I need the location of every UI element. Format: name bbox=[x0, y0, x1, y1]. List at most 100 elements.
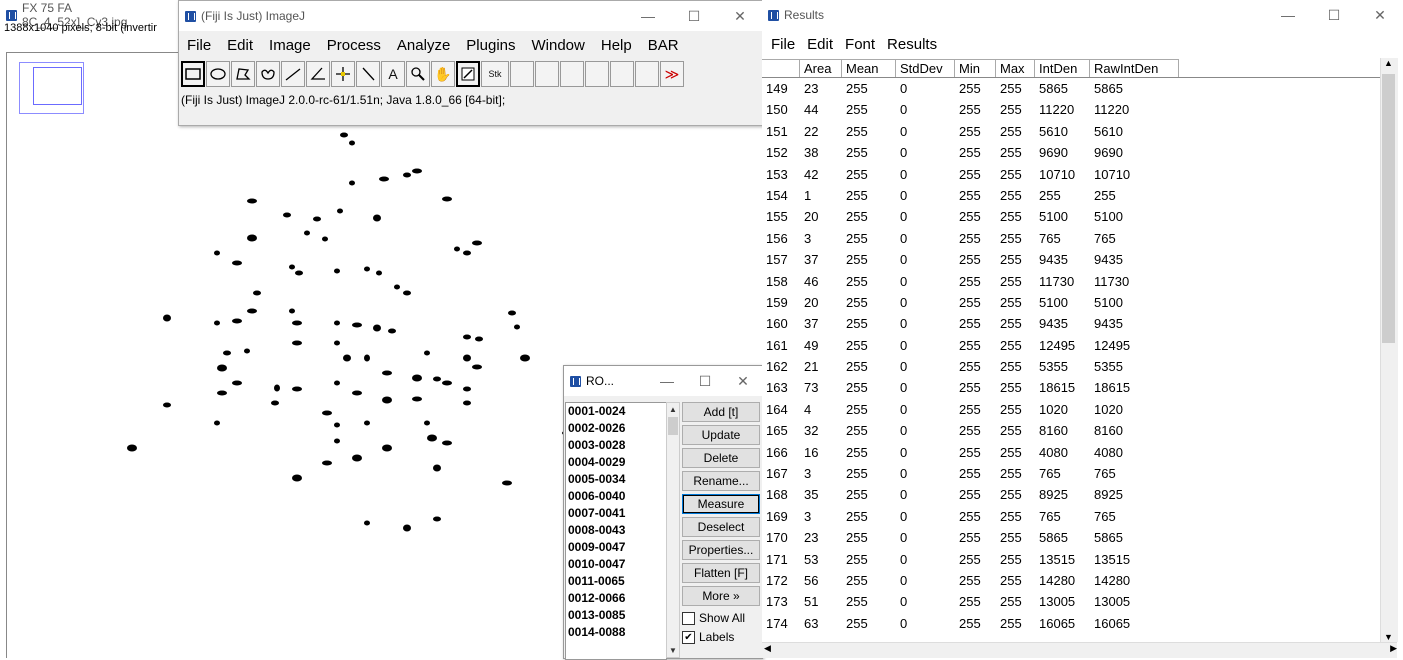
checkbox-empty-icon[interactable] bbox=[682, 612, 695, 625]
scroll-down-icon[interactable]: ▼ bbox=[667, 644, 679, 657]
table-row[interactable]: 173 51 255 0 255 255 13005 13005 bbox=[762, 591, 1380, 612]
line-tool-icon[interactable] bbox=[281, 61, 305, 87]
table-row[interactable]: 158 46 255 0 255 255 11730 11730 bbox=[762, 271, 1380, 292]
properties-button[interactable]: Properties... bbox=[682, 540, 760, 560]
scroll-right-icon[interactable]: ▶ bbox=[1390, 643, 1397, 654]
roi-list[interactable]: 0001-0024 0002-0026 0003-0028 0004-0029 … bbox=[565, 402, 667, 660]
roi-list-item[interactable]: 0001-0024 bbox=[566, 403, 666, 420]
table-row[interactable]: 174 63 255 0 255 255 16065 16065 bbox=[762, 613, 1380, 634]
roi-list-item[interactable]: 0012-0066 bbox=[566, 590, 666, 607]
table-row[interactable]: 161 49 255 0 255 255 12495 12495 bbox=[762, 335, 1380, 356]
table-row[interactable]: 168 35 255 0 255 255 8925 8925 bbox=[762, 484, 1380, 505]
empty-tool-slot[interactable] bbox=[535, 61, 559, 87]
close-button[interactable]: ✕ bbox=[724, 373, 762, 390]
menu-process[interactable]: Process bbox=[319, 35, 389, 59]
maximize-button[interactable]: ☐ bbox=[1311, 7, 1357, 24]
column-header-stddev[interactable]: StdDev bbox=[896, 59, 955, 77]
measure-button[interactable]: Measure bbox=[682, 494, 760, 514]
scroll-up-icon[interactable]: ▲ bbox=[1384, 58, 1393, 68]
table-row[interactable]: 155 20 255 0 255 255 5100 5100 bbox=[762, 206, 1380, 227]
more-button[interactable]: More » bbox=[682, 586, 760, 606]
table-row[interactable]: 150 44 255 0 255 255 11220 11220 bbox=[762, 99, 1380, 120]
table-row[interactable]: 164 4 255 0 255 255 1020 1020 bbox=[762, 399, 1380, 420]
table-row[interactable]: 170 23 255 0 255 255 5865 5865 bbox=[762, 527, 1380, 548]
menu-edit[interactable]: Edit bbox=[801, 36, 839, 56]
close-button[interactable]: ✕ bbox=[717, 8, 763, 25]
table-row[interactable]: 149 23 255 0 255 255 5865 5865 bbox=[762, 78, 1380, 99]
checkmark-icon[interactable]: ✔ bbox=[682, 631, 695, 644]
column-header-index[interactable] bbox=[762, 59, 800, 77]
table-row[interactable]: 162 21 255 0 255 255 5355 5355 bbox=[762, 356, 1380, 377]
menu-font[interactable]: Font bbox=[839, 36, 881, 56]
column-header-intden[interactable]: IntDen bbox=[1035, 59, 1090, 77]
color-picker-tool-icon[interactable] bbox=[456, 61, 480, 87]
table-row[interactable]: 157 37 255 0 255 255 9435 9435 bbox=[762, 249, 1380, 270]
deselect-button[interactable]: Deselect bbox=[682, 517, 760, 537]
point-tool-icon[interactable] bbox=[331, 61, 355, 87]
menu-help[interactable]: Help bbox=[593, 35, 640, 59]
flatten-button[interactable]: Flatten [F] bbox=[682, 563, 760, 583]
results-titlebar[interactable]: Results — ☐ ✕ bbox=[762, 0, 1403, 30]
angle-tool-icon[interactable] bbox=[306, 61, 330, 87]
hand-tool-icon[interactable]: ✋ bbox=[431, 61, 455, 87]
menu-file[interactable]: File bbox=[179, 35, 219, 59]
roi-list-item[interactable]: 0011-0065 bbox=[566, 573, 666, 590]
column-header-area[interactable]: Area bbox=[800, 59, 842, 77]
navigator-viewport[interactable] bbox=[33, 67, 82, 105]
minimize-button[interactable]: — bbox=[625, 8, 671, 24]
oval-tool-icon[interactable] bbox=[206, 61, 230, 87]
maximize-button[interactable]: ☐ bbox=[686, 373, 724, 390]
menu-edit[interactable]: Edit bbox=[219, 35, 261, 59]
menu-image[interactable]: Image bbox=[261, 35, 319, 59]
empty-tool-slot[interactable] bbox=[635, 61, 659, 87]
add-button[interactable]: Add [t] bbox=[682, 402, 760, 422]
table-row[interactable]: 166 16 255 0 255 255 4080 4080 bbox=[762, 442, 1380, 463]
roi-list-item[interactable]: 0006-0040 bbox=[566, 488, 666, 505]
menu-file[interactable]: File bbox=[762, 36, 801, 56]
menu-analyze[interactable]: Analyze bbox=[389, 35, 458, 59]
wand-tool-icon[interactable] bbox=[356, 61, 380, 87]
scroll-up-icon[interactable]: ▲ bbox=[667, 403, 679, 416]
rectangle-tool-icon[interactable] bbox=[181, 61, 205, 87]
results-table[interactable]: Area Mean StdDev Min Max IntDen RawIntDe… bbox=[762, 59, 1380, 649]
scroll-left-icon[interactable]: ◀ bbox=[764, 643, 771, 654]
menu-results[interactable]: Results bbox=[881, 36, 943, 56]
freehand-tool-icon[interactable] bbox=[256, 61, 280, 87]
more-tools-button[interactable]: ≫ bbox=[660, 61, 684, 87]
results-horizontal-scrollbar[interactable]: ◀ ▶ bbox=[762, 642, 1397, 658]
table-row[interactable]: 169 3 255 0 255 255 765 765 bbox=[762, 506, 1380, 527]
update-button[interactable]: Update bbox=[682, 425, 760, 445]
scrollbar-thumb[interactable] bbox=[668, 417, 678, 435]
table-row[interactable]: 172 56 255 0 255 255 14280 14280 bbox=[762, 570, 1380, 591]
minimize-button[interactable]: — bbox=[648, 373, 686, 389]
roi-manager-titlebar[interactable]: RO... — ☐ ✕ bbox=[564, 366, 762, 396]
delete-button[interactable]: Delete bbox=[682, 448, 760, 468]
close-button[interactable]: ✕ bbox=[1357, 7, 1403, 24]
empty-tool-slot[interactable] bbox=[610, 61, 634, 87]
roi-list-item[interactable]: 0010-0047 bbox=[566, 556, 666, 573]
table-row[interactable]: 165 32 255 0 255 255 8160 8160 bbox=[762, 420, 1380, 441]
roi-list-item[interactable]: 0002-0026 bbox=[566, 420, 666, 437]
empty-tool-slot[interactable] bbox=[560, 61, 584, 87]
scroll-down-icon[interactable]: ▼ bbox=[1384, 632, 1393, 642]
roi-list-item[interactable]: 0003-0028 bbox=[566, 437, 666, 454]
text-tool-icon[interactable]: A bbox=[381, 61, 405, 87]
column-header-mean[interactable]: Mean bbox=[842, 59, 896, 77]
minimize-button[interactable]: — bbox=[1265, 7, 1311, 23]
show-all-checkbox[interactable]: Show All bbox=[682, 609, 760, 628]
results-scrollbar-thumb[interactable] bbox=[1382, 74, 1395, 343]
table-row[interactable]: 159 20 255 0 255 255 5100 5100 bbox=[762, 292, 1380, 313]
column-header-rawintden[interactable]: RawIntDen bbox=[1090, 59, 1179, 77]
table-row[interactable]: 163 73 255 0 255 255 18615 18615 bbox=[762, 377, 1380, 398]
menu-window[interactable]: Window bbox=[524, 35, 593, 59]
imagej-titlebar[interactable]: (Fiji Is Just) ImageJ — ☐ ✕ bbox=[179, 1, 763, 31]
stack-tool-button[interactable]: Stk bbox=[481, 61, 509, 87]
maximize-button[interactable]: ☐ bbox=[671, 8, 717, 25]
roi-list-item[interactable]: 0014-0088 bbox=[566, 624, 666, 641]
roi-list-scrollbar[interactable]: ▲ ▼ bbox=[666, 402, 680, 658]
table-row[interactable]: 160 37 255 0 255 255 9435 9435 bbox=[762, 313, 1380, 334]
empty-tool-slot[interactable] bbox=[510, 61, 534, 87]
roi-list-item[interactable]: 0008-0043 bbox=[566, 522, 666, 539]
roi-list-item[interactable]: 0013-0085 bbox=[566, 607, 666, 624]
roi-list-item[interactable]: 0005-0034 bbox=[566, 471, 666, 488]
